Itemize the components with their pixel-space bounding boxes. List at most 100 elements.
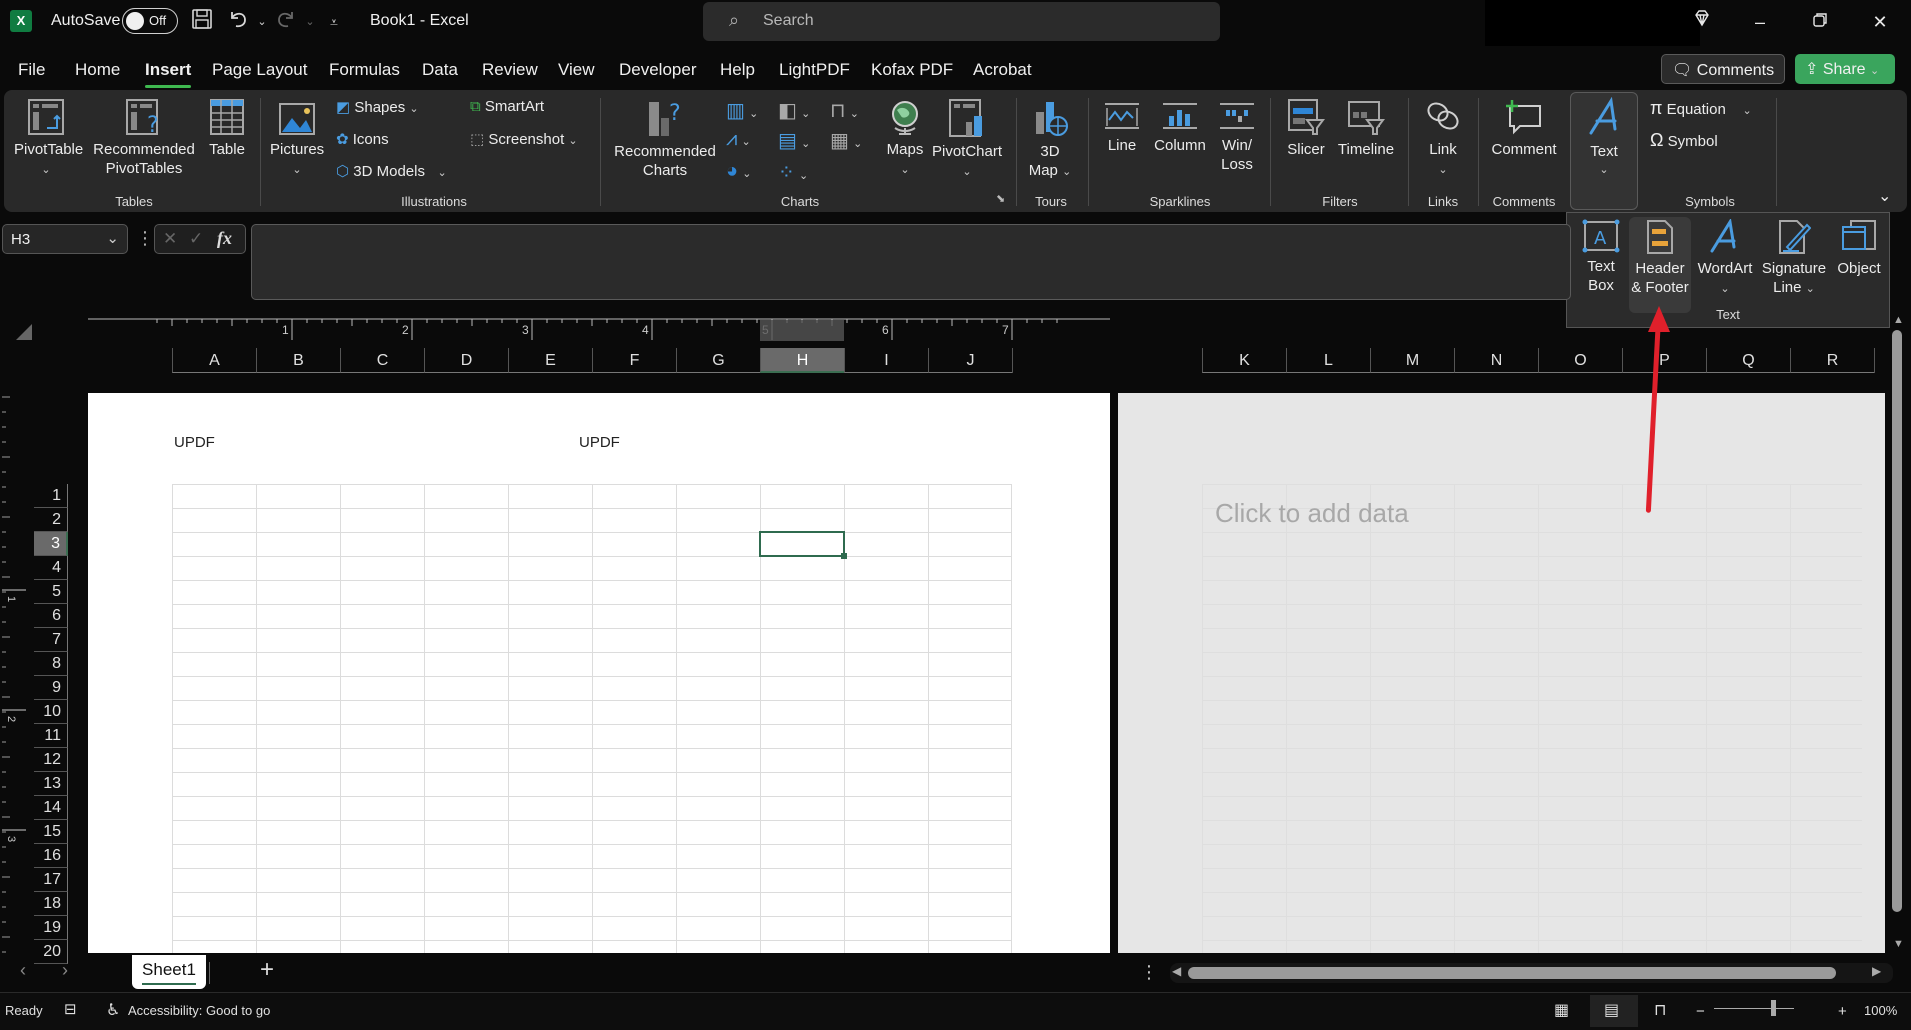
column-header-a[interactable]: A xyxy=(172,348,256,373)
row-header-2[interactable]: 2 xyxy=(34,508,68,532)
new-comment-button[interactable]: Comment xyxy=(1486,98,1562,159)
tab-kofax-pdf[interactable]: Kofax PDF xyxy=(871,60,953,80)
smartart-button[interactable]: ⧉ SmartArt xyxy=(470,98,544,115)
row-header-18[interactable]: 18 xyxy=(34,892,68,916)
row-header-13[interactable]: 13 xyxy=(34,772,68,796)
row-header-1[interactable]: 1 xyxy=(34,484,68,508)
column-header-i[interactable]: I xyxy=(844,348,928,373)
text-box-button[interactable]: A Text Box xyxy=(1575,219,1627,295)
row-header-4[interactable]: 4 xyxy=(34,556,68,580)
row-header-10[interactable]: 10 xyxy=(34,700,68,724)
screenshot-button[interactable]: ⬚ Screenshot ⌄ xyxy=(470,130,578,148)
timeline-button[interactable]: Timeline xyxy=(1334,98,1398,159)
3d-map-button[interactable]: 3D Map ⌄ xyxy=(1024,98,1076,182)
column-header-o[interactable]: O xyxy=(1538,348,1622,373)
slicer-button[interactable]: Slicer xyxy=(1280,98,1332,159)
zoom-slider-track[interactable] xyxy=(1714,1008,1794,1009)
cell-grid[interactable] xyxy=(172,484,1012,953)
scroll-up-arrow-icon[interactable]: ▲ xyxy=(1893,314,1904,326)
page-layout-view-icon[interactable]: ▤ xyxy=(1604,1000,1619,1020)
pivotchart-button[interactable]: PivotChart ⌄ xyxy=(930,98,1004,182)
comments-button[interactable]: 🗨 Comments xyxy=(1661,54,1785,84)
wordart-button[interactable]: WordArt ⌄ xyxy=(1695,219,1755,299)
vertical-scrollbar-thumb[interactable] xyxy=(1892,330,1902,912)
customize-toolbar-icon[interactable]: ⩡ xyxy=(320,8,348,36)
recommended-pivottables-button[interactable]: ? Recommended PivotTables xyxy=(92,98,196,178)
column-header-r[interactable]: R xyxy=(1790,348,1874,373)
column-header-q[interactable]: Q xyxy=(1706,348,1790,373)
sparkline-winloss-button[interactable]: Win/Loss xyxy=(1212,100,1262,174)
diamond-premium-icon[interactable] xyxy=(1682,8,1722,36)
select-all-corner[interactable] xyxy=(16,324,32,340)
page-break-preview-icon[interactable]: ⊓ xyxy=(1654,1000,1666,1020)
tab-insert[interactable]: Insert xyxy=(145,60,192,88)
active-cell-h3[interactable] xyxy=(759,531,845,557)
cancel-icon[interactable]: ✕ xyxy=(163,229,177,249)
link-button[interactable]: Link ⌄ xyxy=(1418,98,1468,180)
tab-developer[interactable]: Developer xyxy=(619,60,697,80)
shapes-button[interactable]: ◩ Shapes ⌄ xyxy=(336,98,419,116)
close-icon[interactable]: ✕ xyxy=(1860,8,1900,36)
hierarchy-chart-button[interactable]: ◧ ⌄ xyxy=(778,98,810,123)
tab-data[interactable]: Data xyxy=(422,60,458,80)
recommended-charts-button[interactable]: ? Recommended Charts xyxy=(612,98,718,180)
table-button[interactable]: Table xyxy=(204,98,250,159)
column-header-d[interactable]: D xyxy=(424,348,508,373)
enter-check-icon[interactable]: ✓ xyxy=(189,229,203,249)
tab-lightpdf[interactable]: LightPDF xyxy=(779,60,850,80)
zoom-in-button[interactable]: + xyxy=(1838,1003,1847,1020)
macro-recorder-icon[interactable]: ⊟ xyxy=(64,1000,77,1018)
scatter-chart-button[interactable]: ⁘ ⌄ xyxy=(778,160,808,185)
pivottable-button[interactable]: PivotTable ⌄ xyxy=(14,98,83,180)
sheet-options-grip-icon[interactable]: ⋮ xyxy=(1140,962,1158,983)
column-header-g[interactable]: G xyxy=(676,348,760,373)
column-header-e[interactable]: E xyxy=(508,348,592,373)
charts-dialog-launcher-icon[interactable]: ⬊ xyxy=(996,192,1005,205)
row-header-8[interactable]: 8 xyxy=(34,652,68,676)
row-header-19[interactable]: 19 xyxy=(34,916,68,940)
scroll-left-arrow-icon[interactable]: ◀ xyxy=(1172,964,1181,978)
column-header-k[interactable]: K xyxy=(1202,348,1286,373)
column-header-b[interactable]: B xyxy=(256,348,340,373)
object-button[interactable]: Object xyxy=(1831,219,1887,278)
zoom-level[interactable]: 100% xyxy=(1864,1003,1897,1018)
prev-sheet-icon[interactable]: ‹ xyxy=(20,960,26,981)
header-left-text[interactable]: UPDF xyxy=(174,434,215,451)
row-header-14[interactable]: 14 xyxy=(34,796,68,820)
row-header-7[interactable]: 7 xyxy=(34,628,68,652)
restore-icon[interactable] xyxy=(1800,8,1840,36)
normal-view-icon[interactable]: ▦ xyxy=(1554,1000,1569,1020)
column-header-p[interactable]: P xyxy=(1622,348,1706,373)
3d-models-button[interactable]: ⬡ 3D Models ⌄ xyxy=(336,162,447,180)
autosave-toggle[interactable]: Off xyxy=(122,8,178,34)
line-chart-button[interactable]: ⩘ ⌄ xyxy=(726,128,751,151)
zoom-out-button[interactable]: − xyxy=(1696,1003,1705,1020)
column-header-m[interactable]: M xyxy=(1370,348,1454,373)
fill-handle[interactable] xyxy=(841,553,847,559)
next-sheet-icon[interactable]: › xyxy=(62,960,68,981)
share-button[interactable]: ⇪ Share ⌄ xyxy=(1795,54,1895,84)
row-header-6[interactable]: 6 xyxy=(34,604,68,628)
row-header-9[interactable]: 9 xyxy=(34,676,68,700)
column-header-l[interactable]: L xyxy=(1286,348,1370,373)
add-sheet-icon[interactable]: + xyxy=(260,956,274,984)
insert-function-icon[interactable]: fx xyxy=(217,228,232,249)
tab-acrobat[interactable]: Acrobat xyxy=(973,60,1032,80)
header-center-text[interactable]: UPDF xyxy=(579,434,620,451)
formula-bar-grip-icon[interactable]: ⋮ xyxy=(136,228,154,249)
tab-help[interactable]: Help xyxy=(720,60,755,80)
zoom-slider-thumb[interactable] xyxy=(1771,1000,1776,1016)
tab-review[interactable]: Review xyxy=(482,60,538,80)
bar-chart-button[interactable]: ▤ ⌄ xyxy=(778,128,810,153)
row-header-3[interactable]: 3 xyxy=(34,532,68,556)
ribbon-collapse-chevron-icon[interactable]: ⌄ xyxy=(1878,186,1891,206)
signature-line-button[interactable]: Signature Line ⌄ xyxy=(1759,219,1829,299)
pie-chart-button[interactable]: ◕ ⌄ xyxy=(726,160,751,183)
row-header-12[interactable]: 12 xyxy=(34,748,68,772)
sparkline-line-button[interactable]: Line xyxy=(1098,100,1146,155)
click-to-add-data[interactable]: Click to add data xyxy=(1215,498,1409,529)
equation-button[interactable]: π Equation ⌄ xyxy=(1650,98,1752,119)
scroll-down-arrow-icon[interactable]: ▼ xyxy=(1893,938,1904,950)
tab-formulas[interactable]: Formulas xyxy=(329,60,400,80)
sparkline-column-button[interactable]: Column xyxy=(1150,100,1210,155)
